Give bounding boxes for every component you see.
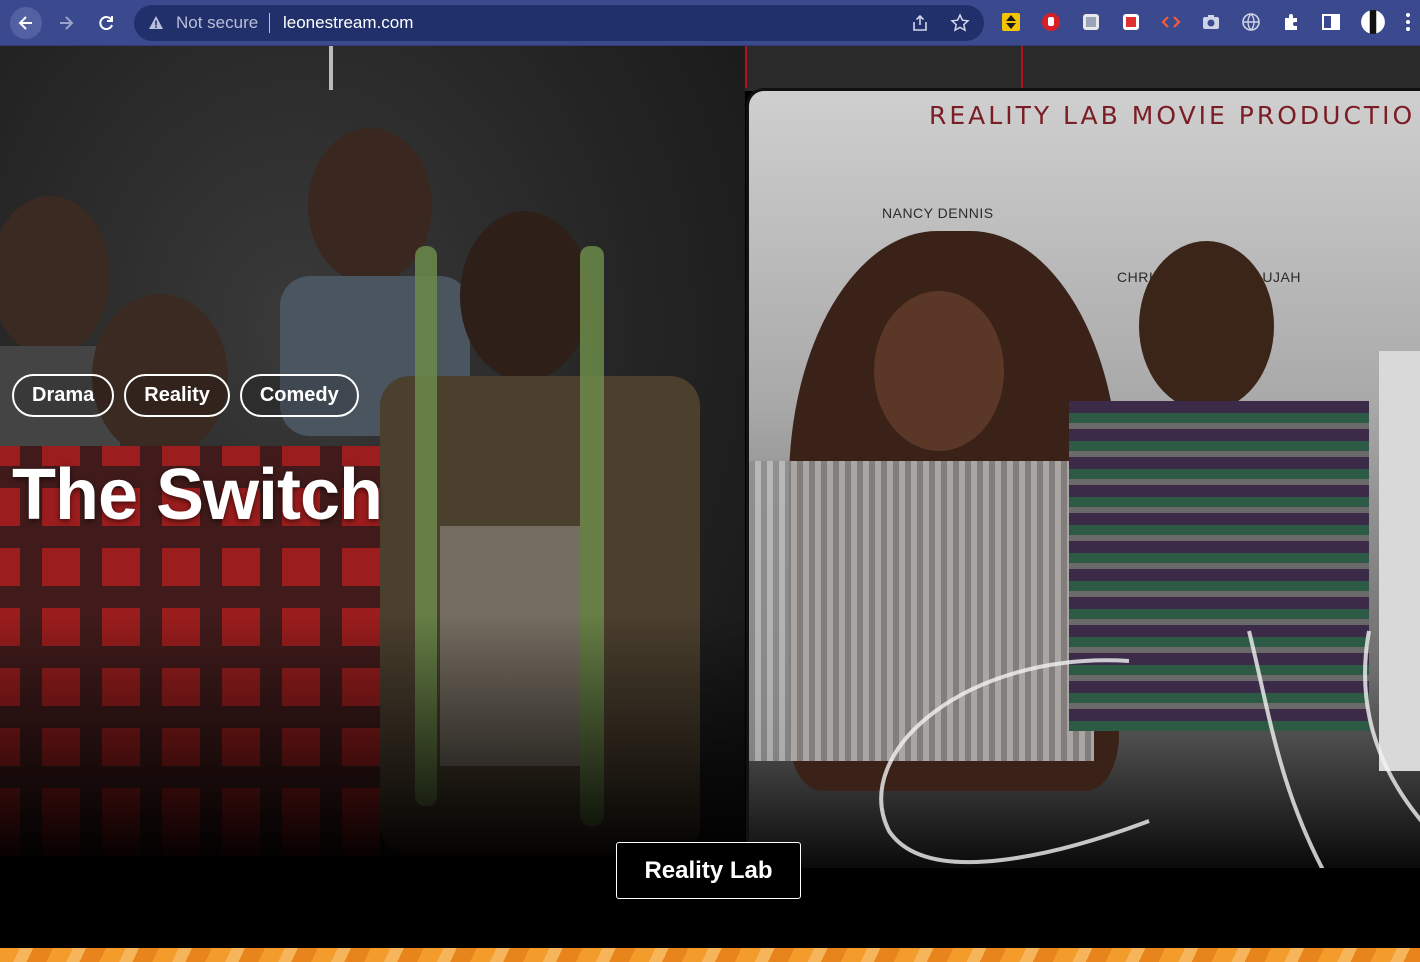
cast-photo-image — [0, 46, 700, 856]
genre-tag[interactable]: Comedy — [239, 374, 359, 417]
document-scan-icon[interactable] — [1080, 11, 1102, 33]
movie-poster[interactable]: REALITY LAB MOVIE PRODUCTIO NANCY DENNIS… — [746, 88, 1420, 868]
divider — [745, 46, 747, 88]
bookmark-star-icon[interactable] — [950, 13, 970, 33]
genre-tag-list: Drama Reality Comedy — [12, 374, 359, 417]
genre-tag[interactable]: Drama — [12, 374, 115, 417]
url-text[interactable]: leonestream.com — [283, 13, 413, 33]
browser-toolbar: Not secure leonestream.com — [0, 0, 1420, 46]
movie-title: The Switch — [12, 455, 383, 535]
studio-button[interactable]: Reality Lab — [616, 842, 801, 899]
warning-icon[interactable] — [148, 15, 164, 31]
camera-icon[interactable] — [1200, 11, 1222, 33]
arrows-extension-icon[interactable] — [1000, 11, 1022, 33]
poster-studio-text: REALITY LAB MOVIE PRODUCTIO — [929, 101, 1416, 130]
poster-actor-left: NANCY DENNIS — [882, 205, 994, 221]
stop-hand-icon[interactable] — [1040, 11, 1062, 33]
security-status[interactable]: Not secure — [176, 13, 258, 33]
arrow-left-icon — [18, 16, 32, 30]
poster-face — [874, 291, 1004, 451]
kebab-menu-icon[interactable] — [1400, 11, 1416, 33]
back-button[interactable] — [10, 7, 42, 39]
code-brackets-icon[interactable] — [1160, 11, 1182, 33]
share-icon[interactable] — [910, 13, 930, 33]
decorative-strip — [0, 948, 1420, 962]
divider — [269, 13, 270, 33]
hero-banner: REALITY LAB MOVIE PRODUCTIO NANCY DENNIS… — [0, 46, 1420, 962]
forward-button[interactable] — [50, 7, 82, 39]
reload-icon — [99, 16, 113, 31]
backdrop-strip — [745, 46, 1420, 91]
genre-tag[interactable]: Reality — [124, 374, 230, 417]
arrow-right-icon — [60, 16, 74, 30]
reload-button[interactable] — [90, 7, 122, 39]
hero-backdrop-image — [0, 46, 745, 856]
poster-script-logo — [879, 630, 1420, 868]
globe-icon[interactable] — [1240, 11, 1262, 33]
puzzle-icon[interactable] — [1280, 11, 1302, 33]
divider — [1021, 46, 1023, 88]
sidebar-icon[interactable] — [1320, 11, 1342, 33]
poster-face — [1139, 241, 1274, 411]
pdf-icon[interactable] — [1120, 11, 1142, 33]
address-bar[interactable]: Not secure leonestream.com — [134, 5, 984, 41]
profile-avatar-icon[interactable] — [1360, 10, 1386, 34]
